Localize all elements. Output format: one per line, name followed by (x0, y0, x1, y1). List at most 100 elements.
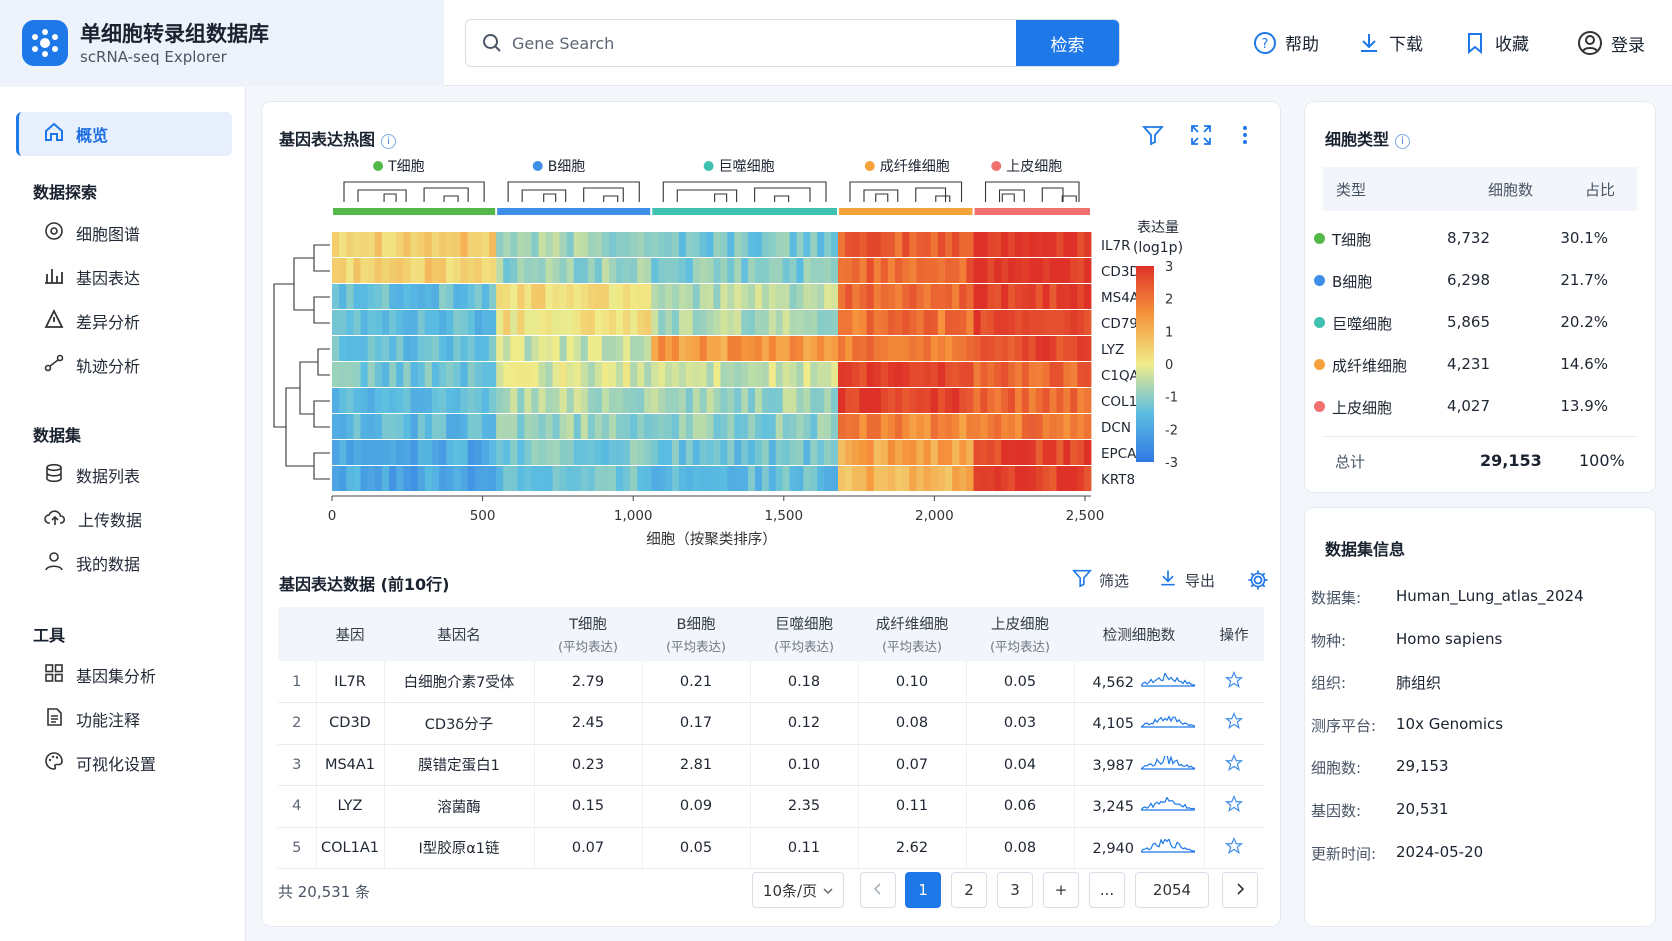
heatmap-cell (439, 388, 447, 413)
col-b-cell[interactable]: B细胞 (平均表达) (642, 607, 750, 661)
page-ellipsis[interactable]: ... (1089, 872, 1125, 908)
header-type: 类型 (1336, 181, 1367, 199)
col-macrophage[interactable]: 巨噬细胞 (平均表达) (750, 607, 858, 661)
login-link[interactable]: 登录 (1577, 30, 1645, 56)
heatmap-cell (761, 440, 770, 465)
heatmap-cell (1077, 284, 1085, 309)
heatmap-cell (339, 440, 347, 465)
heatmap-cell (1049, 388, 1057, 413)
col-gene[interactable]: 基因 (316, 607, 384, 661)
heatmap-cell (866, 362, 875, 387)
sidebar-item-my-data[interactable]: 我的数据 (16, 541, 232, 585)
more-vertical-icon[interactable] (1240, 124, 1250, 150)
heatmap-cell (1063, 414, 1071, 439)
heatmap-cell (1014, 284, 1023, 309)
settings-gear-icon[interactable] (1247, 569, 1269, 595)
help-link[interactable]: ? 帮助 (1253, 30, 1319, 55)
cell-type-row[interactable]: 上皮细胞 4,027 13.9% (1308, 385, 1620, 427)
page-button[interactable]: 3 (997, 872, 1033, 908)
info-icon[interactable]: i (381, 134, 397, 149)
app-logo-icon[interactable] (22, 20, 68, 66)
page-button[interactable]: 2054 (1135, 872, 1209, 908)
sidebar-item-visual-settings[interactable]: 可视化设置 (16, 741, 232, 785)
heatmap-cell (831, 284, 839, 309)
legend-tick-label: -2 (1165, 423, 1178, 438)
heatmap-cell (580, 362, 589, 387)
star-icon[interactable] (1225, 795, 1244, 813)
star-icon[interactable] (1225, 753, 1244, 772)
col-detected-cells[interactable]: 检测细胞数 (1074, 607, 1204, 661)
page-button[interactable]: 2 (951, 872, 987, 908)
heatmap-cell (460, 232, 468, 257)
table-row[interactable]: 3 MS4A1 膜错定蛋白1 0.23 2.81 0.10 0.07 0.04 3,987 (278, 744, 1264, 786)
row-index: 4 (278, 785, 316, 828)
heatmap-cell (803, 414, 811, 439)
favorite-star-cell[interactable] (1203, 744, 1264, 786)
table-row[interactable]: 1 IL7R 白细胞介素7受体 2.79 0.21 0.18 0.10 0.05 4,562 (278, 661, 1264, 703)
favorite-star-cell[interactable] (1203, 827, 1264, 869)
heatmap-cell (973, 414, 981, 439)
sidebar-item-gene-expression[interactable]: 基因表达 (16, 255, 232, 299)
heatmap-cell (381, 310, 390, 335)
search-button[interactable]: 检索 (1016, 20, 1119, 66)
heatmap-cell (755, 466, 763, 491)
heatmap-cell (453, 440, 461, 465)
search-input[interactable] (512, 20, 1012, 66)
sidebar-item-trajectory[interactable]: 轨迹分析 (16, 343, 232, 387)
sidebar-item-annotation[interactable]: 功能注释 (16, 697, 232, 741)
heatmap-cell (1035, 440, 1044, 465)
heatmap-cell (775, 258, 784, 283)
favorite-star-cell[interactable] (1203, 702, 1264, 745)
page-size-select[interactable]: 10条/页 (752, 872, 844, 908)
prev-page-button[interactable] (860, 872, 896, 908)
col-fibroblast[interactable]: 成纤维细胞 (平均表达) (858, 607, 966, 661)
download-link[interactable]: 下载 (1357, 30, 1423, 55)
favorites-link[interactable]: 收藏 (1463, 30, 1529, 55)
cell-type-row[interactable]: B细胞 6,298 21.7% (1308, 259, 1620, 301)
heatmap-cell (678, 232, 687, 257)
table-row[interactable]: 5 COL1A1 Ⅰ型胶原α1链 0.07 0.05 0.11 2.62 0.08 2,940 (278, 827, 1264, 869)
star-icon[interactable] (1225, 836, 1244, 855)
sidebar-item-data-list[interactable]: 数据列表 (16, 453, 232, 497)
sidebar-item-differential[interactable]: 差异分析 (16, 299, 232, 343)
heatmap-cell (1070, 466, 1078, 491)
info-icon[interactable]: i (1395, 134, 1411, 149)
filter-button[interactable]: 筛选 (1072, 568, 1129, 592)
cell-type-row[interactable]: 成纤维细胞 4,231 14.6% (1308, 343, 1620, 385)
dendrogram-branch (521, 187, 624, 202)
sidebar-item-label: 细胞图谱 (76, 225, 141, 244)
favorite-star-cell[interactable] (1203, 661, 1264, 703)
favorite-star-cell[interactable] (1203, 785, 1264, 828)
dendrogram-branch (1001, 193, 1077, 202)
next-page-button[interactable] (1222, 872, 1258, 908)
heatmap-cell (831, 362, 839, 387)
col-gene-name[interactable]: 基因名 (384, 607, 534, 661)
export-button[interactable]: 导出 (1158, 568, 1215, 592)
sidebar-item-cell-atlas[interactable]: 细胞图谱 (16, 211, 232, 255)
star-icon[interactable] (1225, 712, 1244, 730)
sidebar-item-overview[interactable]: 概览 (16, 112, 232, 156)
chevron-left-icon (873, 881, 882, 899)
fullscreen-icon[interactable] (1190, 124, 1212, 150)
sidebar-item-upload[interactable]: 上传数据 (16, 497, 232, 541)
table-row[interactable]: 2 CD3D CD3δ分子 2.45 0.17 0.12 0.08 0.03 4,105 (278, 702, 1264, 745)
heatmap-cell (817, 440, 825, 465)
dendrogram-branch (313, 296, 330, 324)
sidebar-item-gene-set[interactable]: 基因集分析 (16, 653, 232, 697)
top-header: 单细胞转录组数据库 scRNA-seq Explorer 检索 ? 帮助 下载 … (0, 0, 1672, 86)
page-button[interactable]: + (1043, 872, 1079, 908)
filter-icon[interactable] (1142, 124, 1164, 150)
col-t-cell[interactable]: T细胞 (平均表达) (534, 607, 642, 661)
star-icon[interactable] (1225, 670, 1244, 689)
heatmap-cell (803, 440, 811, 465)
table-row[interactable]: 4 LYZ 溶菌酶 0.15 0.09 2.35 0.11 0.06 3,245 (278, 785, 1264, 828)
cell-type-row[interactable]: 巨噬细胞 5,865 20.2% (1308, 301, 1620, 343)
cell-type-row[interactable]: T细胞 8,732 30.1% (1308, 217, 1620, 259)
col-epithelial[interactable]: 上皮细胞 (平均表达) (966, 607, 1074, 661)
sidebar-item-label: 基因集分析 (76, 667, 157, 686)
page-button[interactable]: 1 (905, 872, 941, 908)
heatmap-cell (616, 232, 624, 257)
heatmap-cell (524, 440, 532, 465)
cluster-legend-dot (373, 161, 384, 171)
heatmap-cell (775, 466, 784, 491)
